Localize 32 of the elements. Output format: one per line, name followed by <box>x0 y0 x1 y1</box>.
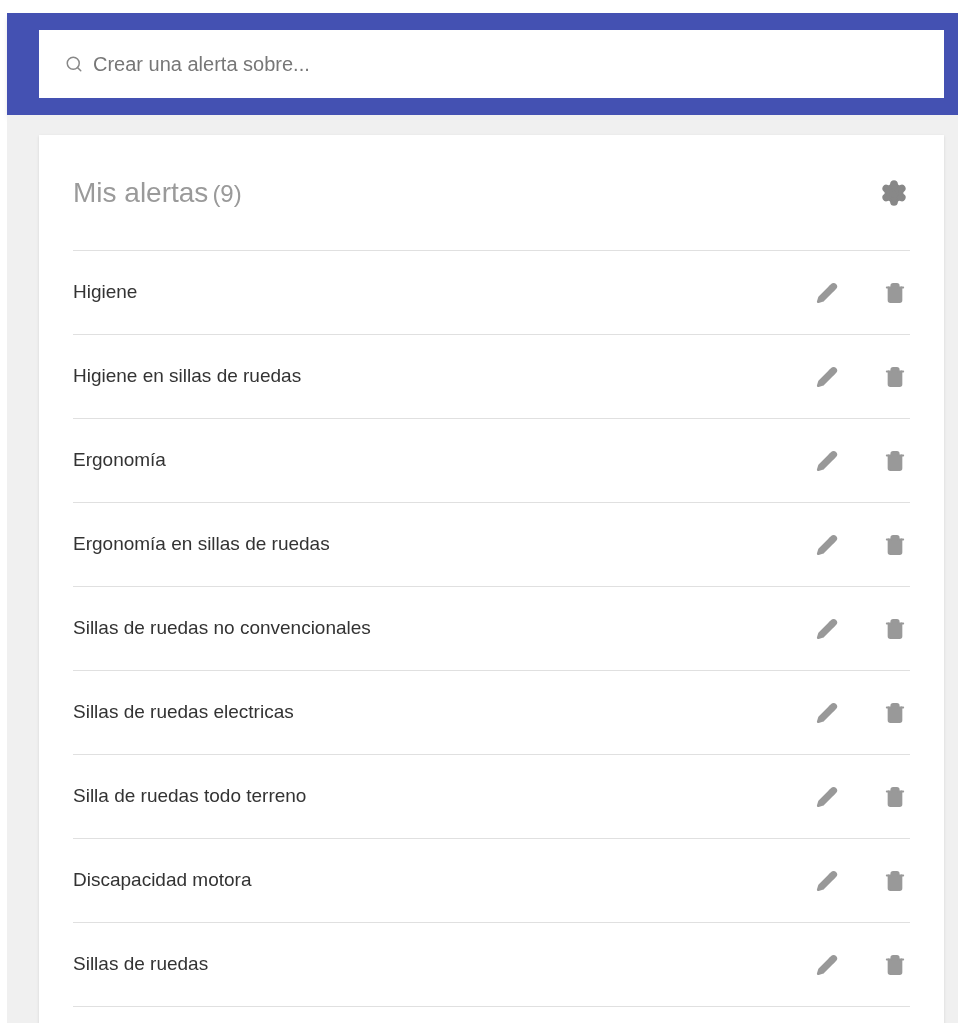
settings-icon[interactable] <box>880 178 908 207</box>
trash-icon[interactable] <box>884 869 906 892</box>
edit-icon[interactable] <box>816 953 838 976</box>
panel-title: Mis alertas <box>73 175 209 210</box>
alert-name[interactable]: Higiene en sillas de ruedas <box>73 362 302 391</box>
trash-icon[interactable] <box>884 785 906 808</box>
alert-name[interactable]: Ergonomía <box>73 446 166 475</box>
edit-icon[interactable] <box>816 701 838 724</box>
alert-count: (9) <box>212 178 242 209</box>
trash-icon[interactable] <box>884 365 906 388</box>
edit-icon[interactable] <box>816 533 838 556</box>
trash-icon[interactable] <box>884 953 906 976</box>
edit-icon[interactable] <box>816 869 838 892</box>
alert-name[interactable]: Higiene <box>73 278 138 307</box>
trash-icon[interactable] <box>884 617 906 640</box>
search-field[interactable]: Crear una alerta sobre... <box>39 30 944 98</box>
edit-icon[interactable] <box>816 785 838 808</box>
alert-name[interactable]: Ergonomía en sillas de ruedas <box>73 530 330 559</box>
search-icon <box>65 55 83 73</box>
edit-icon[interactable] <box>816 365 838 388</box>
edit-icon[interactable] <box>816 449 838 472</box>
trash-icon[interactable] <box>884 281 906 304</box>
edit-icon[interactable] <box>816 281 838 304</box>
alert-name[interactable]: Sillas de ruedas no convencionales <box>73 614 371 643</box>
edit-icon[interactable] <box>816 617 838 640</box>
alert-name[interactable]: Sillas de ruedas <box>73 950 209 979</box>
trash-icon[interactable] <box>884 533 906 556</box>
alert-name[interactable]: Sillas de ruedas electricas <box>73 698 294 727</box>
trash-icon[interactable] <box>884 449 906 472</box>
alert-name[interactable]: Discapacidad motora <box>73 866 252 895</box>
alert-name[interactable]: Silla de ruedas todo terreno <box>73 782 307 811</box>
trash-icon[interactable] <box>884 701 906 724</box>
